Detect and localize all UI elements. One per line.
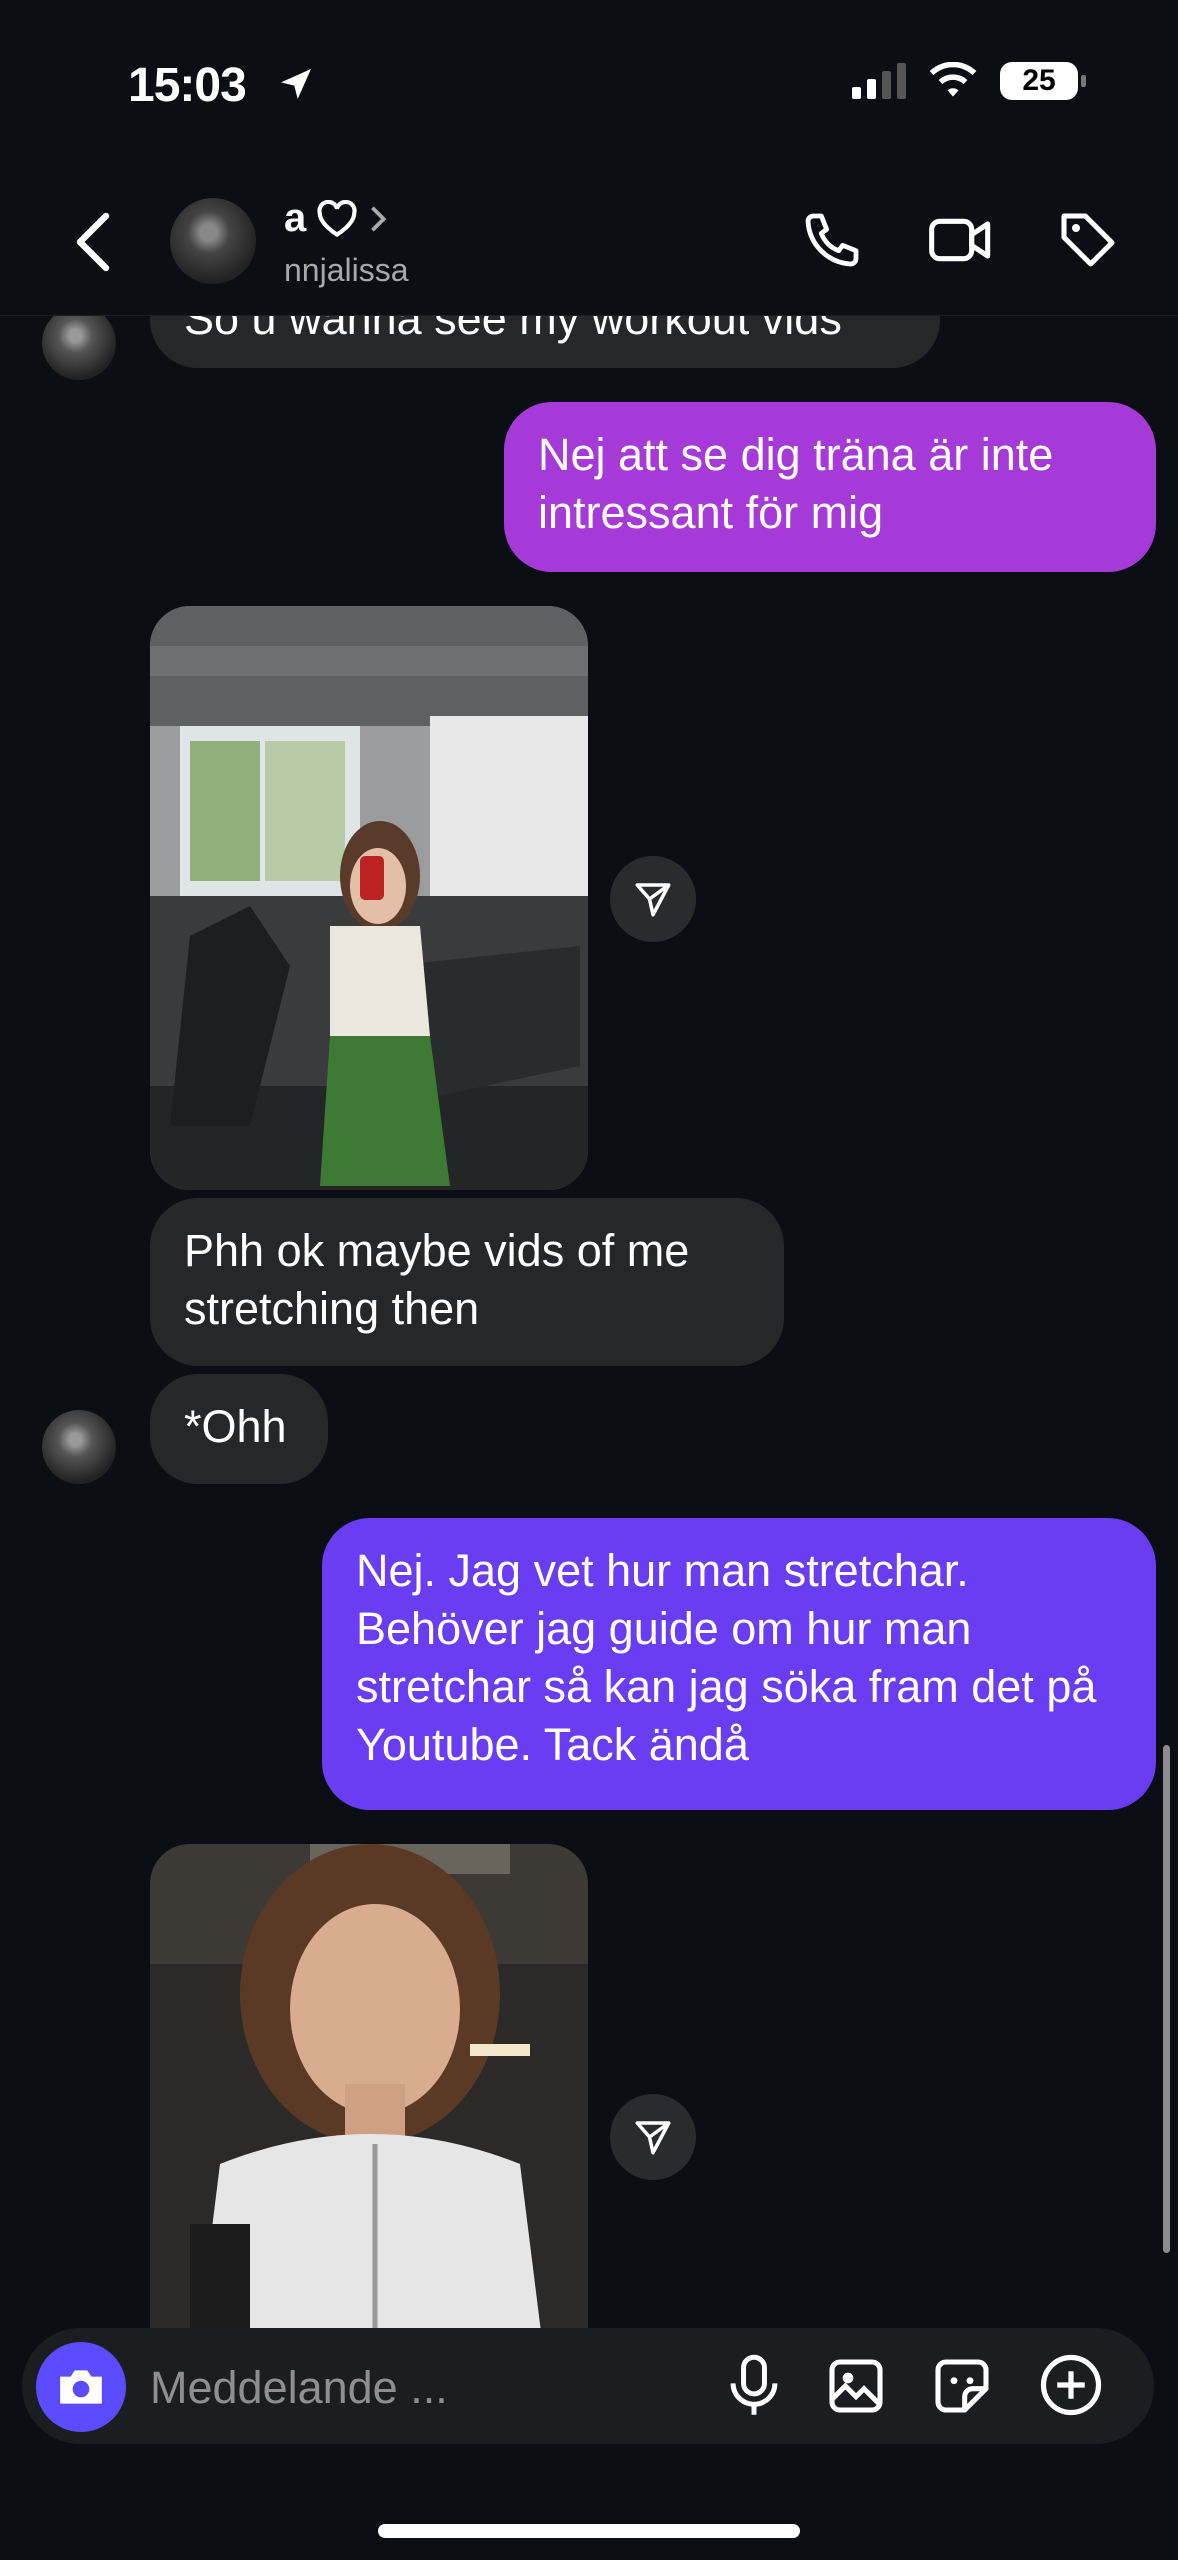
status-time: 15:03 bbox=[128, 59, 247, 112]
microphone-icon[interactable] bbox=[722, 2352, 786, 2420]
back-chevron-icon[interactable] bbox=[70, 210, 120, 274]
message-text: So u wanna see my workout vids bbox=[184, 316, 842, 344]
contact-name-row[interactable]: a bbox=[284, 196, 390, 241]
gym-photo bbox=[150, 606, 588, 1190]
message-incoming[interactable]: *Ohh bbox=[150, 1374, 328, 1484]
share-icon bbox=[635, 883, 671, 917]
battery-icon: 25 bbox=[1000, 62, 1086, 100]
camera-button[interactable] bbox=[36, 2342, 126, 2432]
gallery-icon[interactable] bbox=[824, 2352, 888, 2420]
sender-avatar bbox=[42, 1410, 116, 1484]
message-input[interactable]: Meddelande ... bbox=[150, 2362, 448, 2414]
photo-message[interactable] bbox=[150, 606, 588, 1190]
signal-icon bbox=[852, 63, 906, 99]
scrollbar[interactable] bbox=[1163, 1745, 1170, 2253]
phone-icon[interactable] bbox=[800, 208, 864, 272]
share-button[interactable] bbox=[610, 2094, 696, 2180]
heart-icon bbox=[317, 199, 357, 237]
message-incoming[interactable]: So u wanna see my workout vids bbox=[150, 316, 940, 368]
message-text: Phh ok maybe vids of me stretching then bbox=[184, 1225, 690, 1334]
status-icons: 25 bbox=[852, 62, 1086, 100]
share-button[interactable] bbox=[610, 856, 696, 942]
photo-message[interactable] bbox=[150, 1844, 588, 2328]
message-text: Nej att se dig träna är inte intressant … bbox=[538, 429, 1054, 538]
message-text: *Ohh bbox=[184, 1401, 287, 1452]
video-icon[interactable] bbox=[926, 208, 996, 272]
wifi-icon bbox=[929, 62, 977, 97]
message-outgoing[interactable]: Nej att se dig träna är inte intressant … bbox=[504, 402, 1156, 572]
contact-username: nnjalissa bbox=[284, 252, 409, 288]
sender-avatar bbox=[42, 316, 116, 380]
location-arrow-icon bbox=[281, 69, 311, 99]
message-text: Nej. Jag vet hur man stretchar. Behöver … bbox=[356, 1545, 1097, 1770]
message-outgoing[interactable]: Nej. Jag vet hur man stretchar. Behöver … bbox=[322, 1518, 1156, 1810]
message-list: So u wanna see my workout vids Nej att s… bbox=[0, 316, 1178, 2328]
message-incoming[interactable]: Phh ok maybe vids of me stretching then bbox=[150, 1198, 784, 1366]
home-indicator[interactable] bbox=[378, 2524, 800, 2538]
contact-name: a bbox=[284, 196, 307, 240]
tag-icon[interactable] bbox=[1056, 208, 1120, 272]
plus-icon[interactable] bbox=[1038, 2352, 1104, 2418]
camera-icon bbox=[60, 2370, 102, 2404]
avatar[interactable] bbox=[170, 198, 256, 284]
selfie-photo bbox=[150, 1844, 588, 2328]
share-icon bbox=[635, 2121, 671, 2155]
sticker-icon[interactable] bbox=[930, 2352, 994, 2420]
chevron-right-icon bbox=[371, 205, 387, 232]
